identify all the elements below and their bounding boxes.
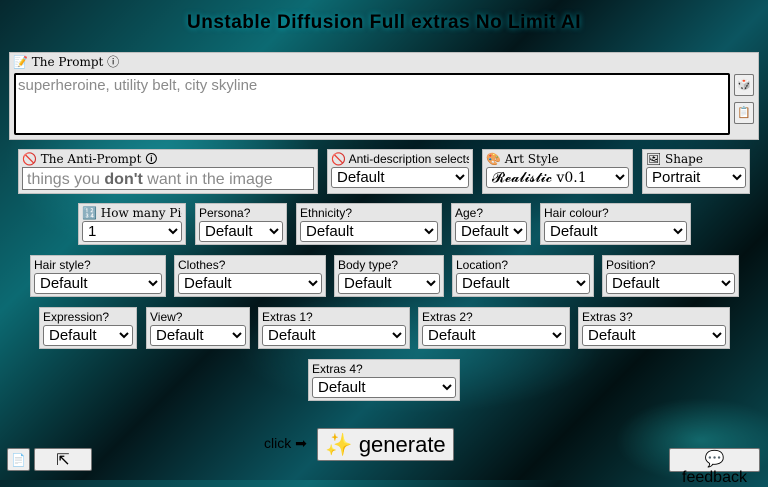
- anti-prompt-input[interactable]: [22, 167, 314, 190]
- ethnicity-label: Ethnicity?: [300, 206, 353, 220]
- extras-4-label: Extras 4?: [312, 362, 363, 376]
- random-prompt-button[interactable]: 🎲: [734, 74, 754, 96]
- position-select[interactable]: Default: [606, 273, 735, 294]
- document-button[interactable]: 📄: [7, 448, 30, 471]
- anti-description-panel: 🚫 Anti-description selects Default: [327, 149, 473, 194]
- hair-style-label: Hair style?: [34, 258, 91, 272]
- extras-1-select[interactable]: Default: [262, 325, 406, 346]
- age-panel: Age? Default: [451, 203, 531, 245]
- position-panel: Position? Default: [602, 255, 739, 297]
- how-many-select[interactable]: 1: [82, 221, 182, 242]
- extras-2-select[interactable]: Default: [422, 325, 566, 346]
- anti-description-select[interactable]: Default: [331, 167, 469, 188]
- clothes-label: Clothes?: [178, 258, 226, 272]
- art-style-select[interactable]: 𝓡𝓮𝓪𝓵𝓲𝓼𝓽𝓲𝓬 v0.1: [486, 167, 629, 188]
- location-select[interactable]: Default: [456, 273, 590, 294]
- hair-colour-select[interactable]: Default: [544, 221, 687, 242]
- age-label: Age?: [455, 206, 484, 220]
- shape-label: 🖼 Shape: [646, 152, 703, 166]
- clothes-panel: Clothes? Default: [174, 255, 326, 297]
- prompt-panel: 📝 The Prompt ⓘ 🎲 📋: [9, 52, 759, 140]
- body-type-label: Body type?: [338, 258, 399, 272]
- hair-style-panel: Hair style? Default: [30, 255, 166, 297]
- view-panel: View? Default: [146, 307, 250, 349]
- click-hint: click ➡: [264, 435, 307, 451]
- dice-icon: 🎲: [737, 79, 751, 91]
- clipboard-icon: 📋: [737, 107, 751, 119]
- extras-4-panel: Extras 4? Default: [308, 359, 460, 401]
- view-select[interactable]: Default: [150, 325, 246, 346]
- body-type-select[interactable]: Default: [338, 273, 440, 294]
- hair-colour-label: Hair colour?: [544, 206, 609, 220]
- ethnicity-select[interactable]: Default: [300, 221, 438, 242]
- document-icon: 📄: [11, 452, 26, 467]
- extras-3-panel: Extras 3? Default: [578, 307, 730, 349]
- shape-panel: 🖼 Shape Portrait: [642, 149, 750, 194]
- shape-select[interactable]: Portrait: [646, 167, 746, 188]
- feedback-button[interactable]: 💬 feedback: [669, 448, 760, 486]
- expand-icon: ⇱: [56, 451, 70, 469]
- expression-label: Expression?: [43, 310, 110, 324]
- how-many-label: 🔢 How many Pics?: [82, 206, 182, 220]
- age-select[interactable]: Default: [455, 221, 527, 242]
- fullscreen-button[interactable]: ⇱: [34, 448, 92, 471]
- extras-1-label: Extras 1?: [262, 310, 313, 324]
- position-label: Position?: [606, 258, 656, 272]
- extras-4-select[interactable]: Default: [312, 377, 456, 398]
- art-style-panel: 🎨 Art Style 𝓡𝓮𝓪𝓵𝓲𝓼𝓽𝓲𝓬 v0.1: [482, 149, 633, 194]
- copy-prompt-button[interactable]: 📋: [734, 102, 754, 124]
- generate-button[interactable]: ✨ generate: [317, 428, 454, 461]
- expression-select[interactable]: Default: [43, 325, 133, 346]
- hair-style-select[interactable]: Default: [34, 273, 162, 294]
- extras-3-select[interactable]: Default: [582, 325, 726, 346]
- location-panel: Location? Default: [452, 255, 594, 297]
- extras-3-label: Extras 3?: [582, 310, 633, 324]
- body-type-panel: Body type? Default: [334, 255, 444, 297]
- extras-1-panel: Extras 1? Default: [258, 307, 410, 349]
- anti-description-label: 🚫 Anti-description selects: [331, 152, 469, 166]
- view-label: View?: [150, 310, 183, 324]
- extras-2-label: Extras 2?: [422, 310, 473, 324]
- persona-label: Persona?: [199, 206, 251, 220]
- prompt-textarea[interactable]: [14, 73, 730, 135]
- page-title: Unstable Diffusion Full extras No Limit …: [187, 12, 581, 33]
- location-label: Location?: [456, 258, 509, 272]
- extras-2-panel: Extras 2? Default: [418, 307, 570, 349]
- anti-prompt-panel: 🚫 The Anti-Prompt 🛈 things you don't wan…: [18, 149, 318, 194]
- how-many-panel: 🔢 How many Pics? 1: [78, 203, 186, 245]
- clothes-select[interactable]: Default: [178, 273, 322, 294]
- expression-panel: Expression? Default: [39, 307, 137, 349]
- ethnicity-panel: Ethnicity? Default: [296, 203, 442, 245]
- anti-prompt-label: 🚫 The Anti-Prompt 🛈: [22, 152, 158, 166]
- art-style-label: 🎨 Art Style: [486, 152, 559, 166]
- persona-select[interactable]: Default: [199, 221, 283, 242]
- hair-colour-panel: Hair colour? Default: [540, 203, 691, 245]
- prompt-label: 📝 The Prompt ⓘ: [13, 55, 120, 69]
- persona-panel: Persona? Default: [195, 203, 287, 245]
